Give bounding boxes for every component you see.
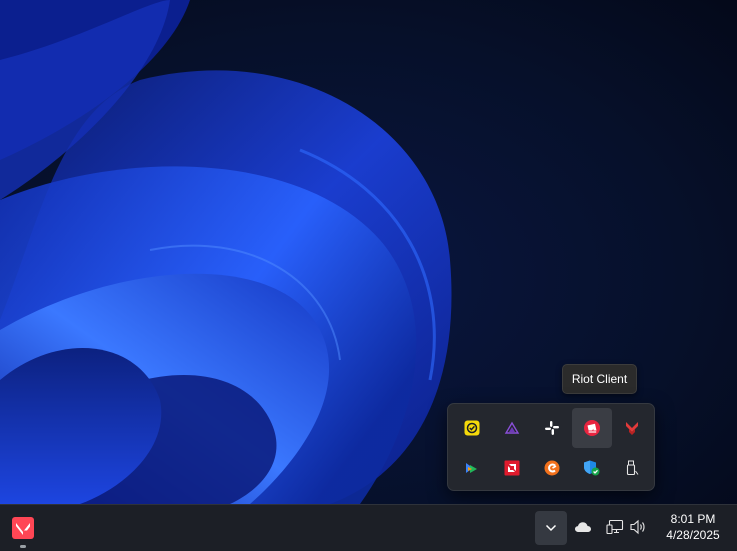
tray-app-windows-security-icon[interactable] xyxy=(572,448,612,488)
volume-icon[interactable] xyxy=(626,515,650,539)
tray-app-usb-drive-icon[interactable] xyxy=(612,448,652,488)
tray-app-red-chevron-icon[interactable] xyxy=(612,408,652,448)
taskbar: 8:01 PM 4/28/2025 xyxy=(0,504,737,551)
system-tray-overflow-flyout xyxy=(447,403,655,491)
tray-app-orange-circle-icon[interactable] xyxy=(532,448,572,488)
tray-app-amd-icon[interactable] xyxy=(492,448,532,488)
valorant-icon[interactable] xyxy=(6,511,40,545)
clock-date: 4/28/2025 xyxy=(666,528,720,542)
network-icon[interactable] xyxy=(603,515,627,539)
tray-app-purple-triangle-icon[interactable] xyxy=(492,408,532,448)
system-clock[interactable]: 8:01 PM 4/28/2025 xyxy=(655,511,731,547)
riot-client-tooltip: Riot Client xyxy=(562,364,637,394)
tray-app-play-arrows-icon[interactable] xyxy=(452,448,492,488)
show-hidden-icons-button[interactable] xyxy=(535,511,567,545)
tooltip-text: Riot Client xyxy=(571,372,628,386)
chevron-down-icon xyxy=(545,524,557,532)
running-app-indicator xyxy=(20,545,26,548)
tray-app-yellow-check-icon[interactable] xyxy=(452,408,492,448)
tray-app-riot-client-icon[interactable] xyxy=(572,408,612,448)
clock-time: 8:01 PM xyxy=(670,512,716,526)
onedrive-cloud-icon[interactable] xyxy=(571,515,595,539)
tray-app-slack-icon[interactable] xyxy=(532,408,572,448)
